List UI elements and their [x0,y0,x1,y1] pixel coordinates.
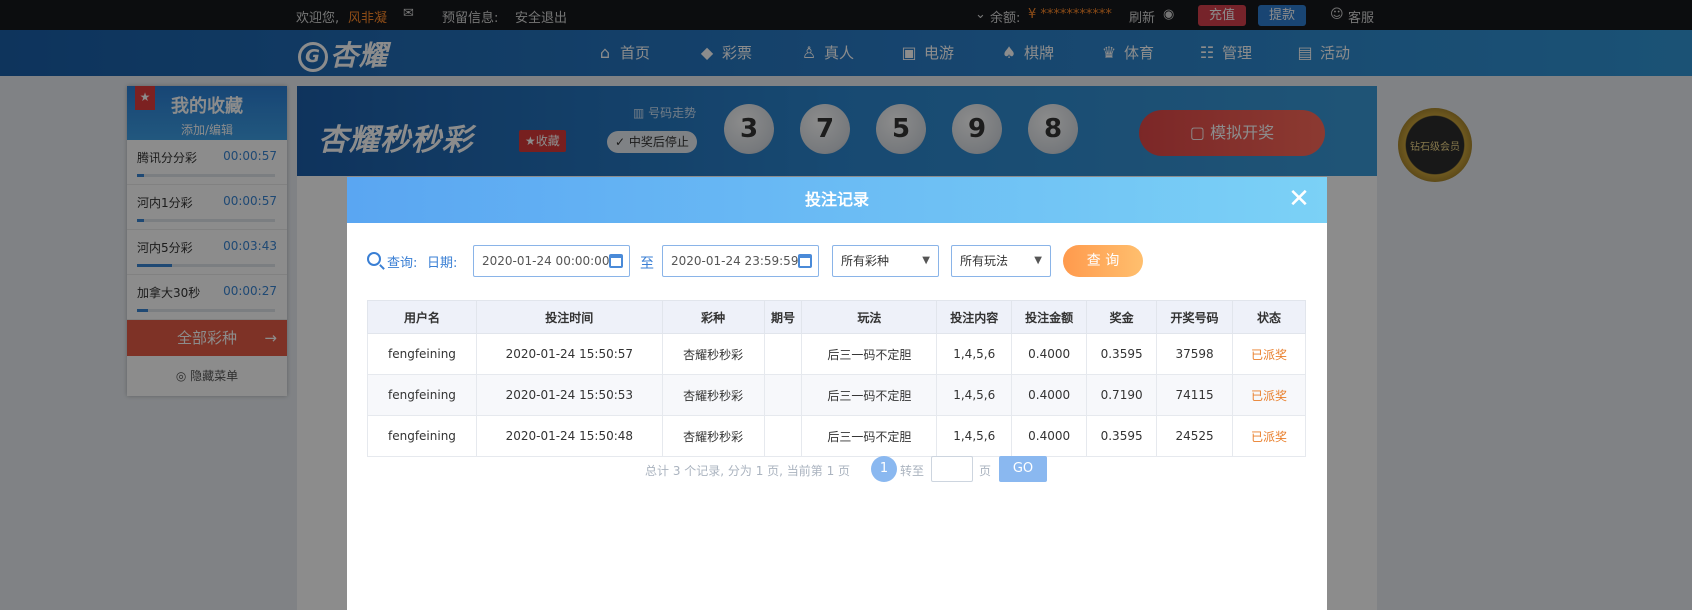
calendar-icon[interactable] [609,254,623,268]
cell-lottery: 杏耀秒秒彩 [661,333,765,375]
calendar-icon[interactable] [798,254,812,268]
column-header: 奖金 [1086,300,1158,334]
page-unit-label: 页 [979,464,992,478]
cell-content: 1,4,5,6 [936,333,1013,375]
cell-play: 后三一码不定胆 [801,333,938,375]
date-to-input[interactable]: 2020-01-24 23:59:59 [662,245,819,277]
cell-prize: 0.7190 [1086,374,1158,416]
column-header: 投注内容 [936,300,1013,334]
cell-user: fengfeining [367,415,477,457]
cell-draw: 74115 [1156,374,1234,416]
cell-lottery: 杏耀秒秒彩 [661,415,765,457]
cell-status: 已派奖 [1232,374,1306,416]
column-header: 开奖号码 [1156,300,1234,334]
cell-issue [763,333,803,375]
column-header: 状态 [1232,300,1306,334]
lottery-type-select[interactable]: 所有彩种 ▼ [832,245,939,277]
cell-play: 后三一码不定胆 [801,415,938,457]
cell-lottery: 杏耀秒秒彩 [661,374,765,416]
goto-label: 转至 [900,464,925,478]
modal-header: 投注记录 ✕ [347,177,1327,223]
cell-play: 后三一码不定胆 [801,374,938,416]
page-jump-input[interactable] [931,456,973,482]
query-label: 查询: [387,256,418,271]
play-type-select[interactable]: 所有玩法 ▼ [951,245,1051,277]
search-icon [367,252,381,266]
column-header: 投注时间 [475,300,663,334]
pagination-info: 总计 3 个记录, 分为 1 页, 当前第 1 页 [645,464,851,478]
modal-title: 投注记录 [804,190,869,209]
cell-prize: 0.3595 [1086,333,1158,375]
cell-issue [763,374,803,416]
bet-records-modal: 投注记录 ✕ 查询: 日期: 2020-01-24 00:00:00 至 202… [347,177,1327,610]
cell-draw: 24525 [1156,415,1234,457]
query-button[interactable]: 查 询 [1063,245,1143,277]
cell-status: 已派奖 [1232,415,1306,457]
cell-status: 已派奖 [1232,333,1306,375]
table-row: fengfeining 2020-01-24 15:50:48 杏耀秒秒彩 后三… [367,415,1306,457]
cell-content: 1,4,5,6 [936,374,1013,416]
cell-user: fengfeining [367,374,477,416]
chevron-down-icon: ▼ [922,255,930,266]
cell-issue [763,415,803,457]
column-header: 期号 [763,300,803,334]
table-row: fengfeining 2020-01-24 15:50:57 杏耀秒秒彩 后三… [367,333,1306,375]
cell-time: 2020-01-24 15:50:57 [475,333,663,375]
page-number-button[interactable]: 1 [871,456,897,482]
cell-prize: 0.3595 [1086,415,1158,457]
bet-records-table: 用户名 投注时间 彩种 期号 玩法 投注内容 投注金额 奖金 开奖号码 状态 f… [367,300,1306,457]
column-header: 彩种 [661,300,765,334]
table-row: fengfeining 2020-01-24 15:50:53 杏耀秒秒彩 后三… [367,374,1306,416]
go-button[interactable]: GO [999,456,1047,482]
pagination: 总计 3 个记录, 分为 1 页, 当前第 1 页 1 转至 页 GO [367,454,1306,484]
cell-time: 2020-01-24 15:50:48 [475,415,663,457]
cell-content: 1,4,5,6 [936,415,1013,457]
table-header-row: 用户名 投注时间 彩种 期号 玩法 投注内容 投注金额 奖金 开奖号码 状态 [367,300,1306,334]
cell-time: 2020-01-24 15:50:53 [475,374,663,416]
column-header: 玩法 [801,300,938,334]
column-header: 投注金额 [1011,300,1088,334]
chevron-down-icon: ▼ [1034,255,1042,266]
cell-amount: 0.4000 [1011,374,1088,416]
date-label: 日期: [427,256,458,271]
cell-amount: 0.4000 [1011,415,1088,457]
column-header: 用户名 [367,300,477,334]
cell-user: fengfeining [367,333,477,375]
cell-amount: 0.4000 [1011,333,1088,375]
date-range-separator: 至 [640,256,654,272]
date-from-input[interactable]: 2020-01-24 00:00:00 [473,245,630,277]
cell-draw: 37598 [1156,333,1234,375]
close-icon[interactable]: ✕ [1285,185,1313,213]
